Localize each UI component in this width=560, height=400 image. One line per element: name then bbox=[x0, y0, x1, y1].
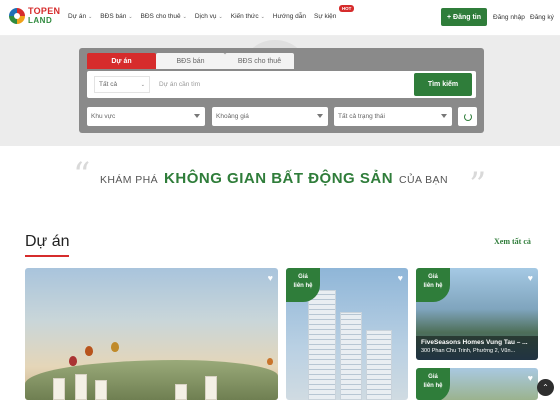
type-select[interactable]: Tất cả ⌄ bbox=[94, 76, 150, 93]
nav-item-kien-thuc[interactable]: Kiến thức ⌄ bbox=[231, 13, 265, 20]
project-card-large[interactable]: ♥ bbox=[25, 268, 278, 400]
nav-item-su-kien[interactable]: Sự kiện HOT bbox=[314, 5, 355, 20]
building-image bbox=[75, 374, 87, 400]
slogan: KHÁM PHÁ KHÔNG GIAN BẤT ĐỘNG SẢN CỦA BẠN bbox=[100, 170, 448, 187]
building-image bbox=[308, 290, 336, 400]
open-quote-icon: “ bbox=[73, 155, 91, 195]
site-header: TOPEN LAND Dự án ⌄ BĐS bán ⌄ BĐS cho thuê ⌄… bbox=[0, 0, 560, 36]
heart-icon[interactable]: ♥ bbox=[528, 273, 533, 283]
logo-text-line2: LAND bbox=[28, 16, 53, 25]
building-image bbox=[175, 384, 187, 400]
project-card[interactable]: Giá liên hệ ♥ bbox=[286, 268, 408, 400]
building-image bbox=[95, 380, 107, 400]
post-listing-button[interactable]: + Đăng tin bbox=[441, 8, 487, 26]
building-image bbox=[340, 312, 362, 400]
register-link[interactable]: Đăng ký bbox=[530, 14, 554, 21]
search-tabs: Dự án BĐS bán BĐS cho thuê bbox=[87, 53, 294, 69]
building-image bbox=[366, 330, 392, 400]
balloon-image bbox=[111, 342, 119, 352]
chevron-down-icon: ⌄ bbox=[218, 13, 223, 20]
slogan-highlight: KHÔNG GIAN BẤT ĐỘNG SẢN bbox=[164, 170, 394, 187]
search-row: Tất cả ⌄ Dự án cần tìm Tìm kiếm bbox=[87, 71, 476, 98]
caret-down-icon bbox=[194, 114, 200, 118]
building-image bbox=[205, 376, 217, 400]
slogan-part3: CỦA BẠN bbox=[399, 174, 448, 186]
section-title: Dự án bbox=[25, 233, 70, 250]
tab-du-an[interactable]: Dự án bbox=[87, 53, 156, 69]
card-info: FiveSeasons Homes Vung Tau – ... 300 Pha… bbox=[416, 336, 538, 360]
tab-bds-cho-thue[interactable]: BĐS cho thuê bbox=[225, 53, 294, 69]
reset-filters-button[interactable] bbox=[458, 107, 477, 126]
section-title-underline bbox=[25, 255, 69, 257]
heart-icon[interactable]: ♥ bbox=[398, 273, 403, 283]
see-all-link[interactable]: Xem tất cả bbox=[494, 237, 531, 246]
balloon-image bbox=[69, 356, 77, 366]
nav-item-huong-dan[interactable]: Hướng dẫn bbox=[273, 13, 306, 20]
balloon-image bbox=[267, 358, 273, 365]
project-card[interactable]: Giá liên hệ ♥ bbox=[416, 368, 538, 400]
nav-item-du-an[interactable]: Dự án ⌄ bbox=[68, 13, 92, 20]
chevron-down-icon: ⌄ bbox=[128, 13, 133, 20]
project-search-input[interactable]: Dự án cần tìm bbox=[155, 76, 413, 93]
nav-item-bds-ban[interactable]: BĐS bán ⌄ bbox=[100, 13, 132, 20]
hot-badge: HOT bbox=[338, 5, 355, 12]
main-nav: Dự án ⌄ BĐS bán ⌄ BĐS cho thuê ⌄ Dịch vụ ⌄ K… bbox=[68, 5, 355, 20]
area-filter[interactable]: Khu vực bbox=[87, 107, 205, 126]
close-quote-icon: ” bbox=[469, 165, 487, 205]
search-panel: Dự án BĐS bán BĐS cho thuê Tất cả ⌄ Dự á… bbox=[79, 48, 484, 133]
project-address: 300 Phan Chu Trinh, Phường 2, Vũn... bbox=[421, 348, 516, 354]
price-badge: Giá liên hệ bbox=[416, 268, 450, 302]
tab-bds-ban[interactable]: BĐS bán bbox=[156, 53, 225, 69]
building-image bbox=[53, 378, 65, 400]
balloon-image bbox=[85, 346, 93, 356]
nav-item-dich-vu[interactable]: Dịch vụ ⌄ bbox=[195, 13, 223, 20]
search-hero: Dự án BĐS bán BĐS cho thuê Tất cả ⌄ Dự á… bbox=[0, 36, 560, 146]
status-filter[interactable]: Tất cả trạng thái bbox=[334, 107, 452, 126]
price-badge: Giá liên hệ bbox=[286, 268, 320, 302]
logo-mark-icon bbox=[9, 8, 25, 24]
caret-down-icon bbox=[317, 114, 323, 118]
price-badge: Giá liên hệ bbox=[416, 368, 450, 400]
chevron-down-icon: ⌄ bbox=[140, 81, 145, 88]
caret-down-icon bbox=[441, 114, 447, 118]
logo-text-line1: TOPEN bbox=[28, 6, 61, 16]
project-name[interactable]: FiveSeasons Homes Vung Tau – ... bbox=[421, 339, 533, 346]
heart-icon[interactable]: ♥ bbox=[528, 373, 533, 383]
heart-icon[interactable]: ♥ bbox=[268, 273, 273, 283]
search-button[interactable]: Tìm kiếm bbox=[414, 73, 472, 96]
chevron-down-icon: ⌄ bbox=[88, 13, 93, 20]
chevron-down-icon: ⌄ bbox=[182, 13, 187, 20]
project-card[interactable]: Giá liên hệ ♥ FiveSeasons Homes Vung Tau… bbox=[416, 268, 538, 360]
topen-land-logo[interactable]: TOPEN LAND bbox=[9, 7, 60, 25]
login-link[interactable]: Đăng nhập bbox=[493, 14, 525, 21]
chevron-up-icon[interactable]: ⌃ bbox=[537, 379, 554, 396]
price-range-filter[interactable]: Khoảng giá bbox=[212, 107, 328, 126]
chevron-down-icon: ⌄ bbox=[260, 13, 265, 20]
nav-item-bds-cho-thue[interactable]: BĐS cho thuê ⌄ bbox=[141, 13, 187, 20]
refresh-icon bbox=[463, 112, 472, 121]
slogan-part1: KHÁM PHÁ bbox=[100, 174, 159, 186]
